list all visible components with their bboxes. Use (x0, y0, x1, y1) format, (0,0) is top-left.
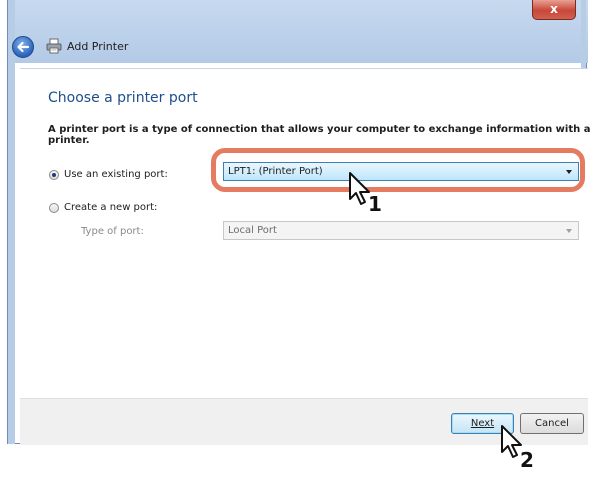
create-port-label[interactable]: Create a new port: (64, 202, 157, 213)
dropdown-arrow-icon (566, 170, 572, 174)
next-label: Next (470, 418, 495, 429)
close-button[interactable]: x (532, 0, 576, 20)
existing-port-value: LPT1: (Printer Port) (228, 166, 323, 177)
existing-port-select[interactable]: LPT1: (Printer Port) (223, 162, 579, 181)
port-type-label: Type of port: (81, 226, 144, 237)
window-title: Add Printer (67, 40, 129, 53)
cancel-button[interactable]: Cancel (520, 413, 584, 434)
page-description: A printer port is a type of connection t… (48, 124, 591, 146)
port-type-value: Local Port (228, 225, 277, 236)
back-button[interactable] (12, 36, 34, 58)
content-area (20, 68, 588, 412)
port-type-select[interactable]: Local Port (223, 221, 579, 240)
dropdown-arrow-icon (566, 229, 572, 233)
existing-port-label[interactable]: Use an existing port: (64, 169, 168, 180)
title-bar (8, 0, 588, 63)
window-frame-left (8, 0, 15, 444)
page-heading: Choose a printer port (48, 90, 198, 106)
back-arrow-icon (17, 41, 30, 53)
radio-create-port[interactable] (49, 203, 59, 213)
step-number-1: 1 (368, 192, 382, 216)
radio-existing-port[interactable] (49, 170, 59, 180)
printer-icon (46, 38, 62, 54)
step-number-2: 2 (520, 448, 534, 472)
